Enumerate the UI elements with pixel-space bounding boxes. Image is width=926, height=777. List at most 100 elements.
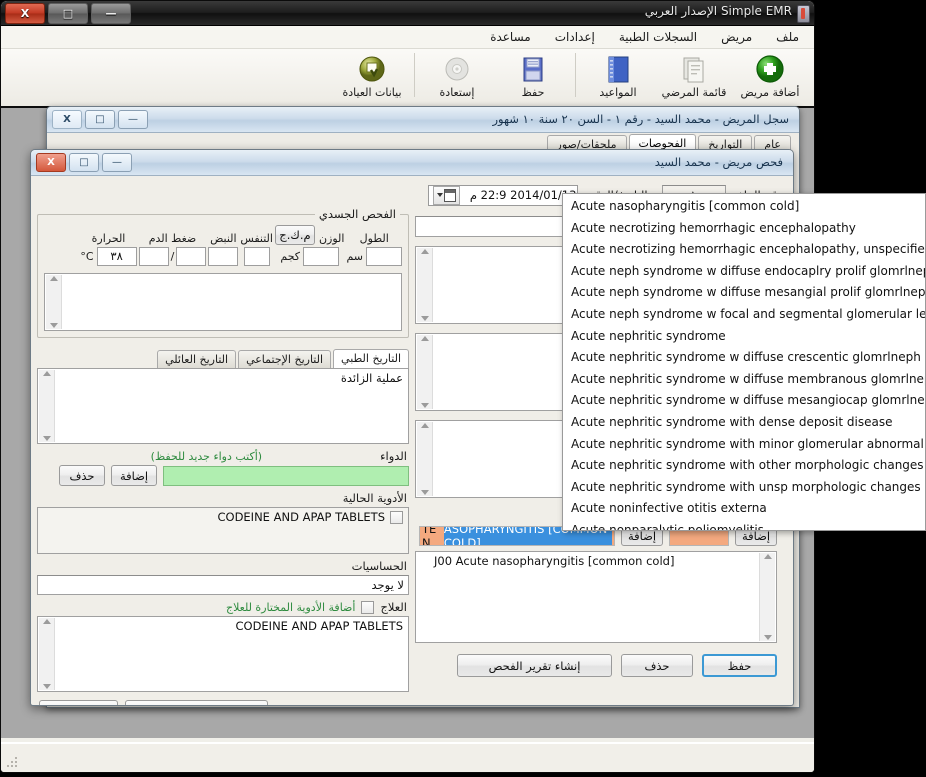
list-item[interactable]: Acute nephritic syndrome w diffuse cresc… [563,347,925,369]
examination-close-button[interactable]: X [36,153,66,172]
current-meds-listbox[interactable]: CODEINE AND APAP TABLETS [37,507,409,554]
height-field[interactable] [366,247,402,266]
menu-file[interactable]: ملف [773,28,802,46]
physical-exam-group: الفحص الجسدي الطول سم الوزن م.ك.ج كجم ال… [37,207,409,338]
clinic-data-icon [356,53,388,85]
patient-record-title-bar: X □ — سجل المريض - محمد السيد - رقم ١ - … [47,107,799,133]
save-exam-button[interactable]: حفظ [702,654,777,677]
scroll-up-icon[interactable] [763,554,772,559]
scroll-up-icon[interactable] [420,336,429,341]
right-textarea-3-scrollbar[interactable] [417,422,433,496]
physical-exam-notes-scrollbar[interactable] [46,275,62,329]
menu-medical-records[interactable]: السجلات الطبية [616,28,700,46]
list-item[interactable]: Acute neph syndrome w diffuse endocaplry… [563,261,925,283]
scroll-down-icon[interactable] [420,316,429,321]
list-item[interactable]: Acute nephritic syndrome [563,326,925,348]
scroll-down-icon[interactable] [420,403,429,408]
scroll-up-icon[interactable] [420,423,429,428]
tab-social-history[interactable]: التاريخ الإجتماعي [238,350,332,368]
application-title: Simple EMR الإصدار العربي [644,4,792,18]
patient-record-maximize-button[interactable]: □ [85,110,115,129]
datetime-picker[interactable]: 2014/01/13 22:9 م [428,184,579,206]
include-history-meds-checkbox[interactable] [396,705,409,706]
drug-input[interactable] [163,465,409,486]
current-med-checkbox[interactable] [390,510,403,524]
treatment-checkbox[interactable] [361,600,375,614]
list-item[interactable]: Acute nephritic syndrome with unsp morph… [563,477,925,499]
examination-title-bar: X □ — فحص مريض - محمد السيد [31,150,793,176]
examination-minimize-button[interactable]: — [102,153,132,172]
minimize-button[interactable]: — [91,3,131,24]
patient-record-close-button[interactable]: X [52,110,82,129]
close-button[interactable]: X [5,3,45,24]
menu-help[interactable]: مساعدة [487,28,534,46]
patient-record-minimize-button[interactable]: — [118,110,148,129]
bmi-button[interactable]: م.ك.ج [274,225,315,245]
calendar-dropdown-button[interactable] [433,185,461,205]
menu-patient[interactable]: مريض [718,28,755,46]
calendar-icon [444,188,457,202]
history-scrollbar[interactable] [39,370,55,442]
treatment-listbox[interactable]: CODEINE AND APAP TABLETS [37,616,409,692]
list-item[interactable]: Acute noninfective otitis externa [563,498,925,520]
allergies-field[interactable]: لا يوجد [37,575,409,595]
delete-exam-button[interactable]: حذف [621,654,693,677]
right-textarea-1-scrollbar[interactable] [417,248,433,322]
weight-field[interactable] [303,247,340,266]
diagnosis-results-listbox[interactable]: J00 Acute nasopharyngitis [common cold] [415,551,777,643]
scroll-down-icon[interactable] [763,635,772,640]
list-item[interactable]: Acute necrotizing hemorrhagic encephalop… [563,218,925,240]
pulse-field[interactable] [208,247,239,266]
list-item[interactable]: CODEINE AND APAP TABLETS [43,510,403,524]
toolbar-restore[interactable]: إستعادة [419,51,495,99]
blood-pressure-systolic-field[interactable] [138,247,169,266]
history-textarea[interactable]: عملية الزائدة [37,368,409,444]
blood-pressure-diastolic-field[interactable] [176,247,207,266]
respiration-field[interactable] [243,247,270,266]
cancel-button[interactable]: إلغاء [39,700,119,705]
diagnosis-autocomplete-dropdown[interactable]: Acute nasopharyngitis [common cold] Acut… [562,193,926,531]
toolbar-add-patient[interactable]: أضافة مريض [732,51,808,99]
status-bar [1,742,814,772]
right-textarea-2-scrollbar[interactable] [417,335,433,409]
list-item[interactable]: Acute necrotizing hemorrhagic encephalop… [563,239,925,261]
list-item[interactable]: Acute nephritic syndrome with minor glom… [563,434,925,456]
scroll-up-icon[interactable] [42,371,51,376]
list-item[interactable]: Acute nonparalytic poliomyelitis [563,520,925,530]
tab-family-history[interactable]: التاريخ العائلي [157,350,237,368]
toolbar-patient-list[interactable]: قائمة المرضي [656,51,732,99]
temperature-group: الحرارة ٣٨ C° [80,232,137,266]
scroll-up-icon[interactable] [49,276,58,281]
treatment-scrollbar[interactable] [39,618,55,690]
scroll-down-icon[interactable] [42,436,51,441]
list-item[interactable]: Acute nephritic syndrome w diffuse mesan… [563,390,925,412]
toolbar-restore-label: إستعادة [439,86,475,99]
toolbar-save[interactable]: حفظ [495,51,571,99]
scroll-down-icon[interactable] [420,490,429,495]
scroll-up-icon[interactable] [420,249,429,254]
diagnosis-result-item[interactable]: J00 Acute nasopharyngitis [common cold] [434,554,771,568]
menu-settings[interactable]: إعدادات [552,28,598,46]
diagnosis-results-scrollbar[interactable] [759,553,775,641]
list-item[interactable]: Acute nephritic syndrome with dense depo… [563,412,925,434]
drug-add-button[interactable]: إضافة [111,465,157,486]
list-item[interactable]: Acute neph syndrome w focal and segmenta… [563,304,925,326]
prescription-button[interactable]: وصفة/مع الأدوية المختارة [125,700,269,705]
list-item[interactable]: Acute nephritic syndrome w diffuse membr… [563,369,925,391]
scroll-down-icon[interactable] [49,323,58,328]
list-item[interactable]: Acute neph syndrome w diffuse mesangial … [563,282,925,304]
tab-medical-history[interactable]: التاريخ الطبي [333,349,409,368]
drug-delete-button[interactable]: حذف [59,465,105,486]
scroll-down-icon[interactable] [42,684,51,689]
examination-maximize-button[interactable]: □ [69,153,99,172]
toolbar-clinic-data[interactable]: بيانات العيادة [334,51,410,99]
list-item[interactable]: Acute nephritic syndrome with other morp… [563,455,925,477]
temperature-field[interactable]: ٣٨ [96,247,137,266]
create-exam-report-button[interactable]: إنشاء تقرير الفحص [457,654,612,677]
physical-exam-notes-textarea[interactable] [44,273,402,331]
list-item[interactable]: Acute nasopharyngitis [common cold] [563,196,925,218]
scroll-up-icon[interactable] [42,619,51,624]
resize-grip-icon[interactable] [7,756,17,768]
maximize-button[interactable]: □ [48,3,88,24]
toolbar-appointments[interactable]: المواعيد [580,51,656,99]
